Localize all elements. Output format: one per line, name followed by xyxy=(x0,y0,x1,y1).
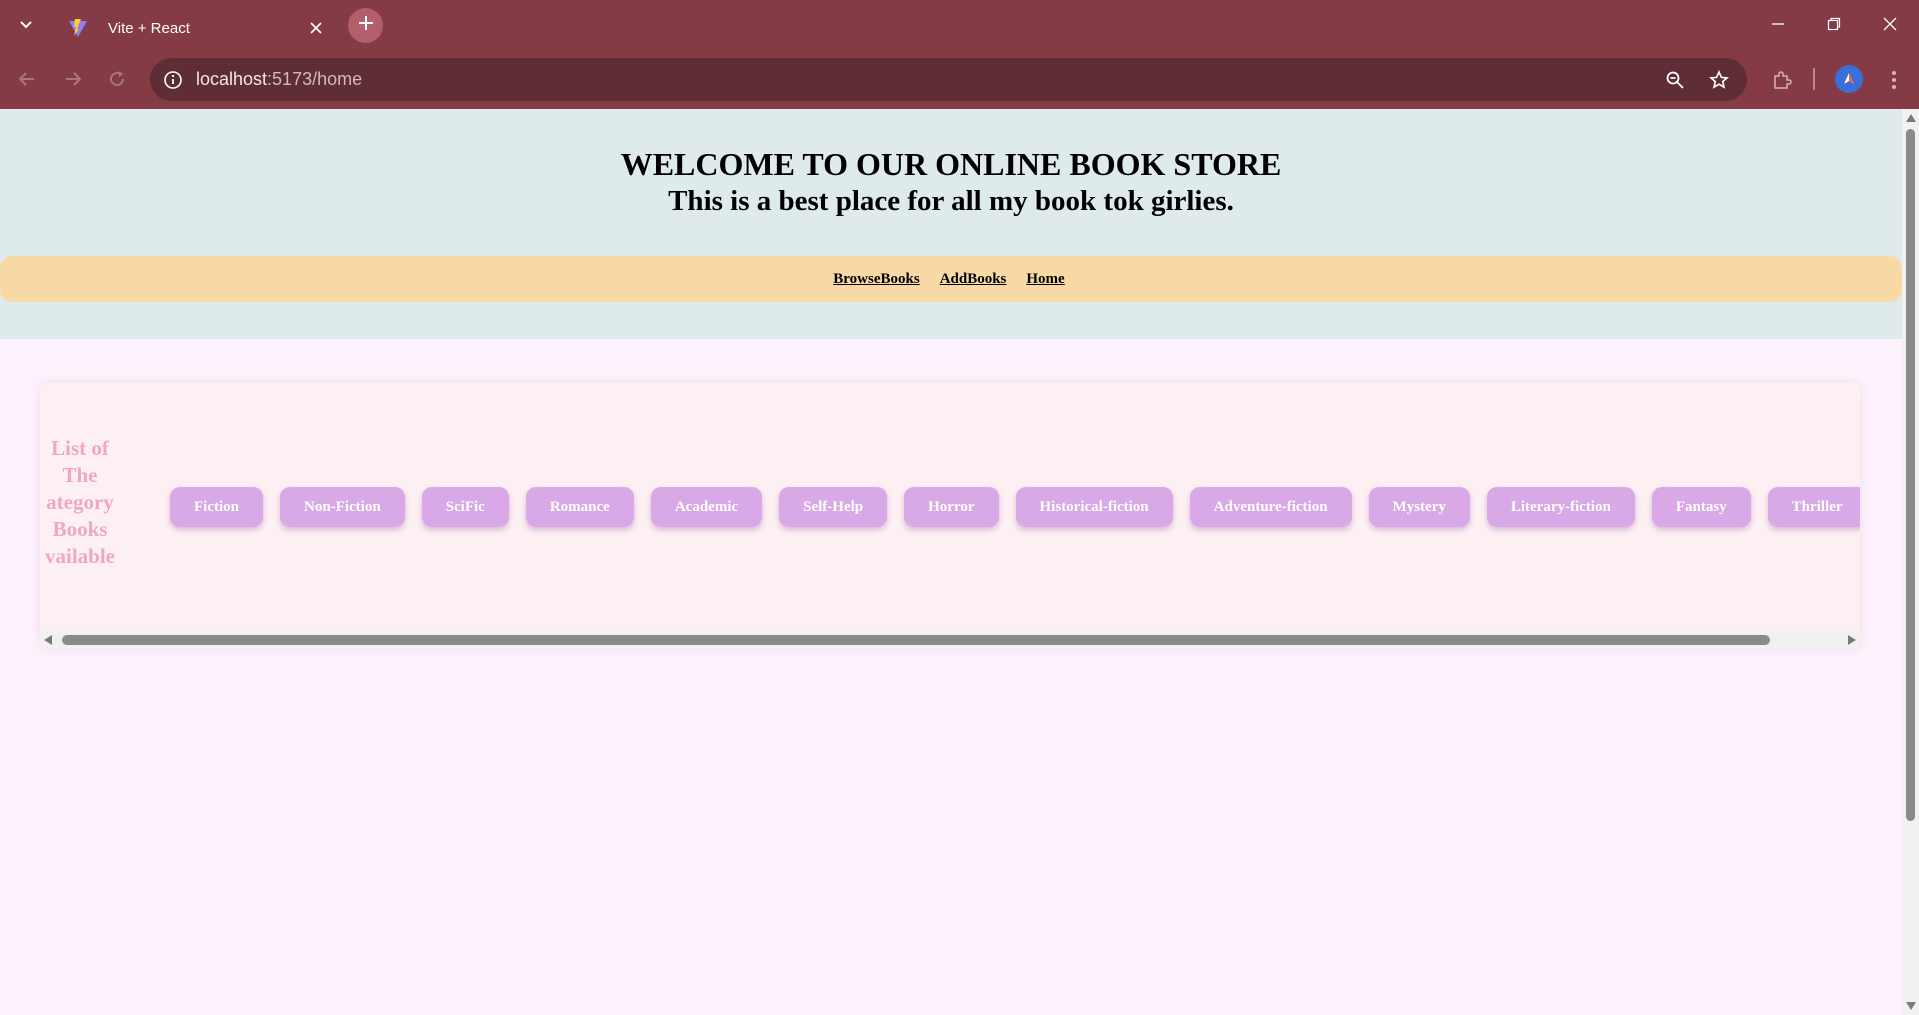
vite-favicon-icon xyxy=(68,17,90,39)
nav-bar: BrowseBooks AddBooks Home xyxy=(0,256,1902,302)
category-button-romance[interactable]: Romance xyxy=(525,487,634,527)
address-bar[interactable]: localhost:5173/home xyxy=(150,58,1747,101)
horizontal-scrollbar[interactable] xyxy=(40,631,1860,649)
category-button-thriller[interactable]: Thriller xyxy=(1767,487,1860,527)
page-subtitle: This is a best place for all my book tok… xyxy=(668,185,1234,217)
toolbar-divider xyxy=(1813,68,1815,90)
category-button-fantasy[interactable]: Fantasy xyxy=(1651,487,1751,527)
category-button-row: Fiction Non-Fiction SciFic Romance Acade… xyxy=(170,487,1860,527)
category-heading-line: vailable xyxy=(44,544,115,568)
category-button-historical-fiction[interactable]: Historical-fiction xyxy=(1015,487,1173,527)
browser-tab[interactable]: Vite + React xyxy=(48,6,338,50)
reload-icon[interactable] xyxy=(100,62,134,96)
nav-link-home[interactable]: Home xyxy=(1026,271,1064,288)
restore-icon[interactable] xyxy=(1806,0,1862,48)
horizontal-scroll-thumb[interactable] xyxy=(62,635,1770,645)
category-button-mystery[interactable]: Mystery xyxy=(1368,487,1470,527)
vertical-scrollbar[interactable] xyxy=(1902,109,1919,1015)
category-button-academic[interactable]: Academic xyxy=(650,487,763,527)
site-header: WELCOME TO OUR ONLINE BOOK STORE This is… xyxy=(0,109,1902,339)
back-icon[interactable] xyxy=(10,62,44,96)
category-button-horror[interactable]: Horror xyxy=(904,487,999,527)
category-button-non-fiction[interactable]: Non-Fiction xyxy=(280,487,405,527)
window-close-icon[interactable] xyxy=(1862,0,1918,48)
page-title: WELCOME TO OUR ONLINE BOOK STORE This is… xyxy=(0,145,1902,219)
plus-icon xyxy=(358,15,374,36)
tab-title: Vite + React xyxy=(108,19,190,37)
nav-link-addbooks[interactable]: AddBooks xyxy=(940,271,1007,288)
menu-icon[interactable] xyxy=(1880,66,1908,94)
scroll-left-icon[interactable] xyxy=(44,635,52,645)
new-tab-button[interactable] xyxy=(348,8,383,43)
browser-tab-bar: Vite + React xyxy=(0,0,1919,50)
category-button-literary-fiction[interactable]: Literary-fiction xyxy=(1486,487,1635,527)
url-host: localhost xyxy=(196,69,268,89)
category-button-adventure-fiction[interactable]: Adventure-fiction xyxy=(1189,487,1352,527)
scroll-up-icon[interactable] xyxy=(1906,114,1916,122)
category-heading-line: ategory xyxy=(46,490,114,514)
scroll-right-icon[interactable] xyxy=(1848,635,1856,645)
extensions-icon[interactable] xyxy=(1768,66,1796,94)
close-icon[interactable] xyxy=(306,18,326,38)
category-scroll-area[interactable]: List of The ategory Books vailable Ficti… xyxy=(40,383,1860,631)
nav-link-browsebooks[interactable]: BrowseBooks xyxy=(833,271,919,288)
minimize-icon[interactable] xyxy=(1750,0,1806,48)
category-heading-line: Books xyxy=(52,517,108,541)
zoom-icon[interactable] xyxy=(1662,67,1688,93)
category-heading: List of The ategory Books vailable xyxy=(40,435,132,570)
category-heading-line: List of xyxy=(51,436,109,460)
profile-icon[interactable] xyxy=(1835,65,1863,93)
star-icon[interactable] xyxy=(1706,67,1732,93)
vertical-scroll-thumb[interactable] xyxy=(1906,129,1915,821)
category-button-scific[interactable]: SciFic xyxy=(421,487,509,527)
tab-list-icon[interactable] xyxy=(14,13,38,37)
category-button-self-help[interactable]: Self-Help xyxy=(779,487,888,527)
url-text[interactable]: localhost:5173/home xyxy=(196,69,362,90)
page-content: WELCOME TO OUR ONLINE BOOK STORE This is… xyxy=(0,109,1902,1015)
browser-toolbar: localhost:5173/home xyxy=(0,50,1919,109)
category-button-fiction[interactable]: Fiction xyxy=(170,487,263,527)
site-info-icon[interactable] xyxy=(160,67,186,93)
category-heading-line: The xyxy=(62,463,98,487)
url-path: :5173/home xyxy=(267,69,363,89)
scroll-down-icon[interactable] xyxy=(1906,1002,1916,1010)
category-panel: List of The ategory Books vailable Ficti… xyxy=(40,383,1860,649)
page-title-main: WELCOME TO OUR ONLINE BOOK STORE xyxy=(620,146,1282,182)
forward-icon[interactable] xyxy=(56,62,90,96)
